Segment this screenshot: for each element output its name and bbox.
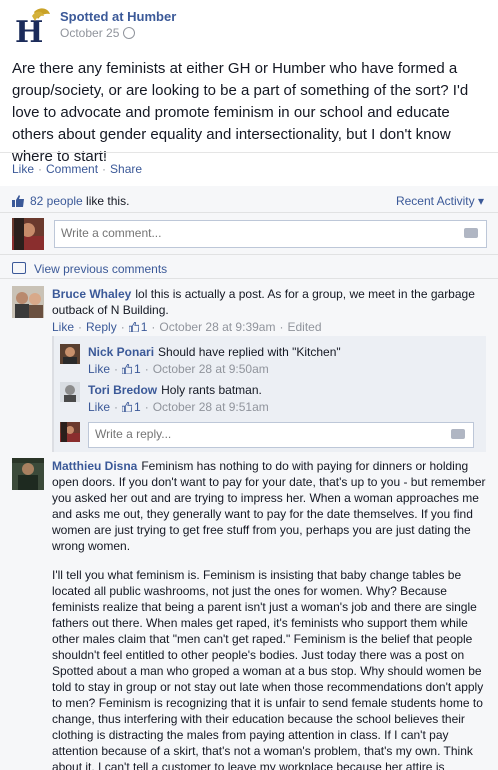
separator: · — [151, 320, 156, 334]
recent-activity-dropdown[interactable]: Recent Activity ▾ — [396, 194, 484, 208]
reply-input[interactable] — [89, 423, 441, 445]
reply-timestamp[interactable]: October 28 at 9:51am — [153, 400, 269, 414]
comment-body: Bruce Whaley lol this is actually a post.… — [52, 286, 492, 335]
user-avatar — [12, 218, 44, 250]
divider — [0, 152, 498, 153]
page-name-link[interactable]: Spotted at Humber — [60, 9, 176, 24]
facebook-post: H Spotted at Humber October 25 Are there… — [0, 0, 498, 770]
comment-author[interactable]: Bruce Whaley — [52, 287, 131, 301]
comment-text: Feminism has nothing to do with paying f… — [52, 459, 486, 553]
avatar[interactable] — [12, 286, 44, 318]
comment-author[interactable]: Matthieu Disna — [52, 459, 137, 473]
user-avatar — [60, 422, 80, 442]
separator: · — [78, 320, 83, 334]
reply-like-count[interactable]: 1 — [134, 400, 141, 414]
comment-timestamp[interactable]: October 28 at 9:39am — [159, 320, 275, 334]
comment-like-button[interactable]: Like — [52, 320, 74, 334]
divider — [0, 254, 498, 255]
divider — [0, 278, 498, 279]
svg-text:H: H — [15, 15, 43, 46]
likes-count-link[interactable]: 82 people — [30, 194, 83, 208]
view-previous-comments[interactable]: View previous comments — [12, 262, 167, 276]
post-date-text[interactable]: October 25 — [60, 26, 119, 40]
comment-input-box[interactable] — [54, 220, 487, 248]
reply-text: Should have replied with "Kitchen" — [158, 345, 341, 359]
avatar[interactable] — [12, 458, 44, 490]
comment-paragraph: I'll tell you what feminism is. Feminism… — [52, 568, 484, 770]
comment-edited[interactable]: Edited — [287, 320, 321, 334]
post-actions: Like · Comment · Share — [12, 162, 142, 176]
thumbs-up-icon — [122, 364, 133, 374]
reply-meta: Like · 1 · October 28 at 9:50am — [88, 361, 478, 377]
divider — [0, 212, 498, 213]
reply-like-button[interactable]: Like — [88, 362, 110, 376]
comment-button[interactable]: Comment — [46, 162, 98, 176]
separator: · — [38, 162, 43, 176]
reply-input-box[interactable] — [88, 422, 474, 448]
reply-author[interactable]: Nick Ponari — [88, 345, 154, 359]
separator: · — [114, 362, 119, 376]
separator: · — [144, 400, 149, 414]
likes-suffix: like this. — [82, 194, 130, 208]
separator: · — [144, 362, 149, 376]
share-button[interactable]: Share — [110, 162, 142, 176]
thumbs-up-icon — [122, 402, 133, 412]
camera-icon[interactable] — [464, 228, 478, 238]
reply-meta: Like · 1 · October 28 at 9:51am — [88, 399, 478, 415]
avatar[interactable] — [60, 382, 80, 402]
speech-bubble-icon — [12, 262, 26, 274]
reply-timestamp[interactable]: October 28 at 9:50am — [153, 362, 269, 376]
reply-like-button[interactable]: Like — [88, 400, 110, 414]
comment-reply-button[interactable]: Reply — [86, 320, 117, 334]
reply-body: Nick Ponari Should have replied with "Kit… — [88, 344, 478, 377]
reply-author[interactable]: Tori Bredow — [88, 383, 157, 397]
reply-body: Tori Bredow Holy rants batman. Like · 1 · Oct… — [88, 382, 478, 415]
comment-input[interactable] — [55, 221, 457, 245]
post-date[interactable]: October 25 — [60, 26, 136, 40]
separator: · — [120, 320, 125, 334]
reply-like-count[interactable]: 1 — [134, 362, 141, 376]
thumbs-up-icon — [12, 195, 24, 207]
comment-paragraph: Matthieu Disna Feminism has nothing to do… — [52, 458, 492, 554]
page-avatar[interactable]: H — [12, 6, 52, 46]
likes-summary: 82 people like this. — [12, 194, 129, 208]
like-button[interactable]: Like — [12, 162, 34, 176]
comment-body: Matthieu Disna Feminism has nothing to do… — [52, 458, 492, 770]
globe-icon — [123, 27, 136, 39]
replies-thread: Nick Ponari Should have replied with "Kit… — [52, 336, 486, 452]
comment-like-count[interactable]: 1 — [141, 320, 148, 334]
avatar[interactable] — [60, 344, 80, 364]
separator: · — [279, 320, 284, 334]
reply-text: Holy rants batman. — [161, 383, 262, 397]
separator: · — [102, 162, 107, 176]
view-previous-label[interactable]: View previous comments — [34, 262, 167, 276]
camera-icon[interactable] — [451, 429, 465, 439]
separator: · — [114, 400, 119, 414]
comment-meta: Like · Reply · 1 · October 28 at 9:39am · Edited — [52, 319, 492, 335]
thumbs-up-icon — [128, 322, 139, 332]
